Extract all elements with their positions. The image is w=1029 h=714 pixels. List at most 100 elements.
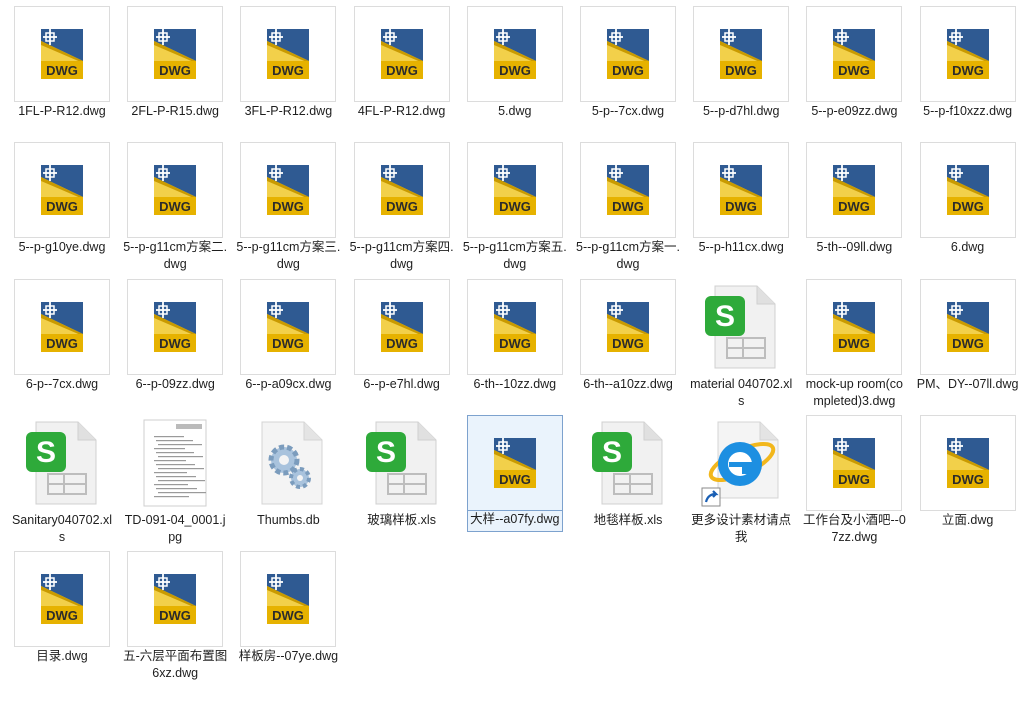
dwg-file-icon: DWG xyxy=(466,414,563,511)
svg-text:DWG: DWG xyxy=(952,336,984,351)
dwg-file-icon: DWG xyxy=(353,6,450,102)
file-item[interactable]: S 玻璃样板.xls xyxy=(354,415,450,565)
dwg-file-icon: DWG xyxy=(693,142,790,239)
dwg-file-icon: DWG xyxy=(240,6,337,102)
file-name-label: TD-091-04_0001.jpg xyxy=(124,512,226,544)
file-item[interactable]: DWG 6.dwg xyxy=(919,142,1016,292)
dwg-file-icon: DWG xyxy=(466,6,563,102)
file-name-label: 5--p-g11cm方案二.dwg xyxy=(123,240,228,272)
file-item[interactable]: DWG 6-th--10zz.dwg xyxy=(466,278,563,429)
file-item[interactable]: S material 040702.xls xyxy=(690,279,792,429)
dwg-file-icon: DWG xyxy=(127,142,224,239)
svg-text:DWG: DWG xyxy=(612,199,644,214)
file-name-label: 样板房--07ye.dwg xyxy=(238,649,339,664)
file-item[interactable]: TD-091-04_0001.jpg xyxy=(125,415,226,565)
file-item[interactable]: 更多设计素材请点我 xyxy=(691,415,791,565)
file-name-label: 5--p-g11cm方案三.dwg xyxy=(236,240,341,272)
file-item[interactable]: DWG 5--p-g10ye.dwg xyxy=(14,142,110,292)
file-name-label: mock-up room(completed)3.dwg xyxy=(805,376,904,408)
file-name-label: 3FL-P-R12.dwg xyxy=(244,104,333,118)
file-item[interactable]: DWG 5--p-e09zz.dwg xyxy=(806,6,903,156)
file-name-label: 大样--a07fy.dwg xyxy=(466,510,563,532)
svg-text:DWG: DWG xyxy=(499,336,531,351)
file-name-label: 5.dwg xyxy=(498,104,532,118)
file-item[interactable]: DWG 6--p-e7hl.dwg xyxy=(353,278,450,429)
dwg-file-icon: DWG xyxy=(127,6,224,102)
file-item[interactable]: Thumbs.db xyxy=(240,415,336,565)
file-name-label: 目录.dwg xyxy=(36,649,88,664)
svg-text:DWG: DWG xyxy=(499,199,531,214)
file-item[interactable]: DWG 五-六层平面布置图6xz.dwg xyxy=(123,551,227,701)
svg-text:DWG: DWG xyxy=(839,336,871,351)
internet-explorer-shortcut-icon xyxy=(693,415,789,511)
file-item[interactable]: DWG 立面.dwg xyxy=(919,414,1016,565)
file-item[interactable]: DWG 5.dwg xyxy=(466,6,563,156)
file-name-label: 5--p-e09zz.dwg xyxy=(811,104,898,118)
file-item[interactable]: DWG 5--p-g11cm方案三.dwg xyxy=(236,142,340,292)
dwg-file-icon: DWG xyxy=(919,142,1016,239)
svg-text:DWG: DWG xyxy=(46,336,78,351)
dwg-file-icon: DWG xyxy=(693,6,790,102)
file-name-label: 6.dwg xyxy=(950,240,985,255)
file-item[interactable]: DWG 5-p--7cx.dwg xyxy=(580,6,676,156)
file-item[interactable]: DWG 5-th--09ll.dwg xyxy=(806,142,903,292)
svg-text:DWG: DWG xyxy=(273,63,305,78)
svg-text:DWG: DWG xyxy=(725,63,757,78)
dwg-file-icon: DWG xyxy=(240,142,337,239)
svg-text:DWG: DWG xyxy=(952,199,984,214)
dwg-file-icon: DWG xyxy=(240,551,337,648)
file-item[interactable]: DWG 6-th--a10zz.dwg xyxy=(580,278,676,429)
dwg-file-icon: DWG xyxy=(240,278,337,375)
svg-text:S: S xyxy=(376,436,396,469)
file-item[interactable]: DWG 6--p-a09cx.dwg xyxy=(240,278,337,429)
file-name-label: 5-th--09ll.dwg xyxy=(816,240,893,255)
file-item[interactable]: DWG 目录.dwg xyxy=(14,551,110,701)
file-item[interactable]: DWG 工作台及小酒吧--07zz.dwg xyxy=(803,414,906,565)
svg-text:DWG: DWG xyxy=(273,336,305,351)
file-item[interactable]: DWG 5--p-g11cm方案四.dwg xyxy=(350,142,454,292)
file-item[interactable]: DWG 5--p-h11cx.dwg xyxy=(693,142,790,292)
file-name-label: 6--p-e7hl.dwg xyxy=(363,376,440,391)
svg-text:DWG: DWG xyxy=(386,199,418,214)
file-name-label: 6--p-a09cx.dwg xyxy=(245,376,332,391)
file-item[interactable]: DWG mock-up room(completed)3.dwg xyxy=(806,278,903,429)
svg-text:S: S xyxy=(602,436,622,469)
svg-text:DWG: DWG xyxy=(46,63,78,78)
svg-text:S: S xyxy=(715,300,735,333)
dwg-file-icon: DWG xyxy=(14,142,110,239)
file-item[interactable]: DWG 5--p-f10xzz.dwg xyxy=(919,6,1016,156)
dwg-file-icon: DWG xyxy=(806,278,903,375)
dwg-file-icon: DWG xyxy=(806,142,903,239)
spreadsheet-file-icon: S xyxy=(354,415,450,511)
svg-text:DWG: DWG xyxy=(159,199,191,214)
file-item[interactable]: DWG PM、DY--07ll.dwg xyxy=(917,278,1018,429)
svg-text:DWG: DWG xyxy=(839,472,871,487)
file-item[interactable]: DWG 2FL-P-R15.dwg xyxy=(127,6,224,156)
file-name-label: 4FL-P-R12.dwg xyxy=(357,104,446,118)
file-item[interactable]: S 地毯样板.xls xyxy=(580,415,676,565)
file-name-label: 地毯样板.xls xyxy=(593,512,663,527)
file-item[interactable]: S Sanitary040702.xls xyxy=(12,415,112,565)
dwg-file-icon: DWG xyxy=(127,551,224,648)
file-item[interactable]: DWG 5--p-d7hl.dwg xyxy=(693,6,790,156)
svg-text:DWG: DWG xyxy=(839,63,871,78)
file-name-label: 6-th--a10zz.dwg xyxy=(583,376,673,391)
file-name-label: 2FL-P-R15.dwg xyxy=(131,104,219,118)
file-item[interactable]: DWG 4FL-P-R12.dwg xyxy=(353,6,450,156)
file-item[interactable]: DWG 6--p-09zz.dwg xyxy=(127,278,224,429)
file-item[interactable]: DWG 5--p-g11cm方案一.dwg xyxy=(576,142,680,292)
file-item[interactable]: DWG 6-p--7cx.dwg xyxy=(14,278,110,429)
svg-text:DWG: DWG xyxy=(386,63,418,78)
file-item[interactable]: DWG 大样--a07fy.dwg xyxy=(466,414,563,565)
file-grid: DWG 1FL-P-R12.dwg DWG 2FL-P-R15.dwg DWG … xyxy=(0,0,1029,714)
svg-text:DWG: DWG xyxy=(273,199,305,214)
dwg-file-icon: DWG xyxy=(580,278,676,375)
dwg-file-icon: DWG xyxy=(580,142,676,239)
file-item[interactable]: DWG 3FL-P-R12.dwg xyxy=(240,6,337,156)
file-item[interactable]: DWG 样板房--07ye.dwg xyxy=(239,551,338,701)
file-item[interactable]: DWG 5--p-g11cm方案二.dwg xyxy=(123,142,227,292)
file-name-label: 5-p--7cx.dwg xyxy=(591,104,665,118)
svg-text:DWG: DWG xyxy=(273,608,305,623)
file-item[interactable]: DWG 5--p-g11cm方案五.dwg xyxy=(463,142,567,292)
file-item[interactable]: DWG 1FL-P-R12.dwg xyxy=(14,6,110,156)
